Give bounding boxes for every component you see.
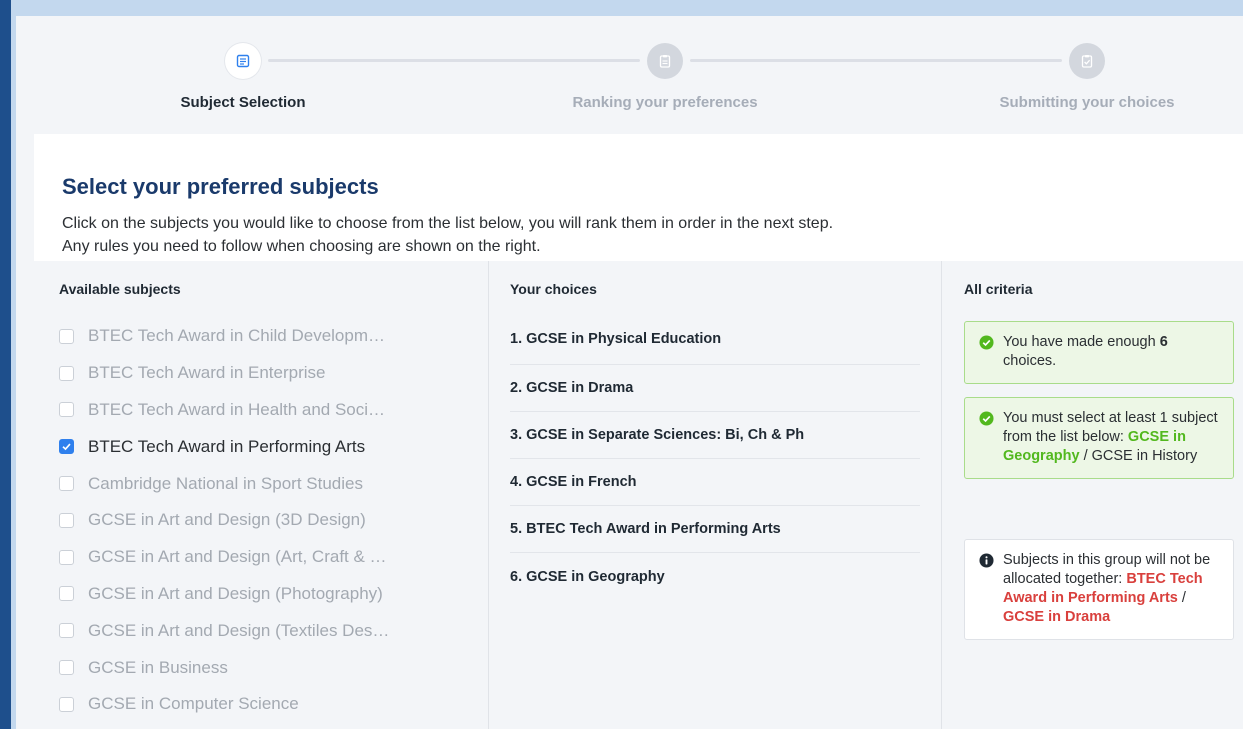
page-title: Select your preferred subjects bbox=[62, 174, 379, 199]
choice-item[interactable]: 4. GCSE in French bbox=[510, 459, 920, 506]
subject-label: GCSE in Computer Science bbox=[88, 694, 299, 714]
your-choices-column: Your choices 1. GCSE in Physical Educati… bbox=[489, 261, 941, 729]
subject-checkbox[interactable] bbox=[59, 512, 74, 528]
step-label-submitting[interactable]: Submitting your choices bbox=[999, 94, 1174, 111]
subject-checkbox[interactable] bbox=[59, 365, 74, 381]
check-circle-icon bbox=[979, 411, 994, 426]
step-label-ranking[interactable]: Ranking your preferences bbox=[572, 94, 757, 111]
criteria-enough-suffix: choices. bbox=[1003, 353, 1057, 369]
info-icon bbox=[979, 553, 994, 568]
subject-option[interactable]: BTEC Tech Award in Health and Soci… bbox=[59, 392, 479, 429]
subject-checkbox[interactable] bbox=[59, 328, 74, 344]
criteria-enough-text: You have made enough bbox=[1003, 334, 1160, 350]
subject-option[interactable]: GCSE in Business bbox=[59, 649, 479, 686]
subject-option[interactable]: BTEC Tech Award in Enterprise bbox=[59, 355, 479, 392]
checkmark-icon bbox=[62, 443, 71, 451]
progress-stepper: Subject Selection Ranking your preferenc… bbox=[16, 16, 1243, 134]
subject-option[interactable]: BTEC Tech Award in Performing Arts bbox=[59, 428, 479, 465]
subject-label: GCSE in Art and Design (3D Design) bbox=[88, 510, 366, 530]
subject-selection-card: Select your preferred subjects Click on … bbox=[34, 134, 1243, 729]
subject-option[interactable]: GCSE in Computer Science bbox=[59, 686, 479, 723]
selection-columns: Available subjects BTEC Tech Award in Ch… bbox=[34, 261, 1243, 729]
subject-label: GCSE in Art and Design (Art, Craft & … bbox=[88, 547, 387, 567]
clipboard-check-icon bbox=[1081, 55, 1093, 68]
step-submitting-icon[interactable] bbox=[1069, 43, 1105, 79]
instructions-line-2: Any rules you need to follow when choosi… bbox=[62, 238, 541, 255]
subject-label: BTEC Tech Award in Performing Arts bbox=[88, 436, 366, 456]
choice-item[interactable]: 3. GCSE in Separate Sciences: Bi, Ch & P… bbox=[510, 412, 920, 459]
subject-label: GCSE in Art and Design (Photography) bbox=[88, 583, 383, 603]
criteria-conflict-b: GCSE in Drama bbox=[1003, 609, 1111, 625]
subject-checkbox[interactable] bbox=[59, 402, 74, 418]
subject-label: BTEC Tech Award in Enterprise bbox=[88, 363, 326, 383]
step-connector-1 bbox=[268, 59, 640, 62]
available-subjects-heading: Available subjects bbox=[59, 281, 181, 297]
step-subject-selection-icon[interactable] bbox=[225, 43, 261, 79]
criteria-separator: / bbox=[1177, 590, 1186, 606]
instructions-line-1: Click on the subjects you would like to … bbox=[62, 215, 834, 232]
subject-checkbox[interactable] bbox=[59, 476, 74, 492]
instructions: Click on the subjects you would like to … bbox=[62, 212, 1212, 258]
criteria-column: All criteria You have made enough 6 choi… bbox=[942, 261, 1243, 729]
list-icon bbox=[236, 54, 250, 68]
criteria-enough-choices: You have made enough 6 choices. bbox=[964, 321, 1234, 384]
subject-checkbox[interactable] bbox=[59, 660, 74, 676]
check-circle-icon bbox=[979, 335, 994, 350]
criteria-not-together: Subjects in this group will not be alloc… bbox=[964, 539, 1234, 640]
subject-option[interactable]: GCSE in Art and Design (Art, Craft & … bbox=[59, 539, 479, 576]
subject-checkbox[interactable] bbox=[59, 623, 74, 639]
page-panel: Subject Selection Ranking your preferenc… bbox=[16, 16, 1243, 729]
choice-item[interactable]: 5. BTEC Tech Award in Performing Arts bbox=[510, 506, 920, 553]
choice-item[interactable]: 6. GCSE in Geography bbox=[510, 553, 920, 600]
subject-label: GCSE in Art and Design (Textiles Des… bbox=[88, 620, 390, 640]
subject-label: GCSE in Business bbox=[88, 657, 228, 677]
criteria-option-other: GCSE in History bbox=[1091, 448, 1198, 464]
your-choices-list: 1. GCSE in Physical Education 2. GCSE in … bbox=[510, 323, 920, 600]
criteria-at-least-one: You must select at least 1 subject from … bbox=[964, 397, 1234, 479]
subject-checkbox[interactable] bbox=[59, 439, 74, 455]
window-left-edge bbox=[0, 0, 11, 729]
your-choices-heading: Your choices bbox=[510, 281, 597, 297]
subject-label: BTEC Tech Award in Child Developm… bbox=[88, 326, 386, 346]
subject-option[interactable]: GCSE in Art and Design (Textiles Des… bbox=[59, 612, 479, 649]
subject-checkbox[interactable] bbox=[59, 586, 74, 602]
choice-item[interactable]: 2. GCSE in Drama bbox=[510, 365, 920, 412]
step-label-subject-selection[interactable]: Subject Selection bbox=[180, 94, 305, 111]
subject-label: BTEC Tech Award in Health and Soci… bbox=[88, 399, 386, 419]
clipboard-icon bbox=[659, 55, 671, 68]
step-connector-2 bbox=[690, 59, 1062, 62]
subject-option[interactable]: GCSE in Art and Design (Photography) bbox=[59, 576, 479, 613]
criteria-heading: All criteria bbox=[964, 281, 1033, 297]
choice-count: 6 bbox=[1159, 334, 1168, 350]
available-subjects-column: Available subjects BTEC Tech Award in Ch… bbox=[34, 261, 488, 729]
step-ranking-icon[interactable] bbox=[647, 43, 683, 79]
subject-option[interactable]: GCSE in Art and Design (3D Design) bbox=[59, 502, 479, 539]
criteria-separator: / bbox=[1079, 448, 1092, 464]
available-subjects-list: BTEC Tech Award in Child Developm… BTEC T… bbox=[59, 318, 479, 723]
subject-checkbox[interactable] bbox=[59, 696, 74, 712]
subject-checkbox[interactable] bbox=[59, 549, 74, 565]
subject-label: Cambridge National in Sport Studies bbox=[88, 473, 363, 493]
subject-option[interactable]: Cambridge National in Sport Studies bbox=[59, 465, 479, 502]
subject-option[interactable]: BTEC Tech Award in Child Developm… bbox=[59, 318, 479, 355]
choice-item[interactable]: 1. GCSE in Physical Education bbox=[510, 323, 920, 365]
